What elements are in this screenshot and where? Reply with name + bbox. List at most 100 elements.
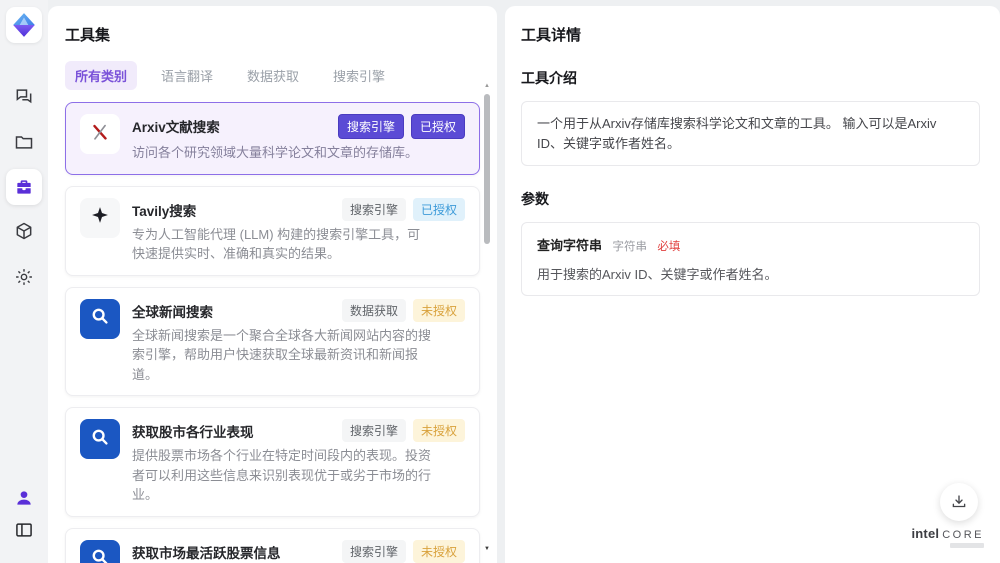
tool-card-header: Arxiv文献搜索 搜索引擎 已授权 <box>132 114 465 139</box>
tool-card[interactable]: Arxiv文献搜索 搜索引擎 已授权 访问各个研究领域大量科学论文和文章的存储库… <box>65 102 480 175</box>
intro-box: 一个用于从Arxiv存储库搜索科学论文和文章的工具。 输入可以是Arxiv ID… <box>521 101 980 166</box>
category-tab[interactable]: 语言翻译 <box>151 61 223 90</box>
logo-gem-icon <box>13 13 35 37</box>
tool-detail-panel: 工具详情 工具介绍 一个用于从Arxiv存储库搜索科学论文和文章的工具。 输入可… <box>505 6 1000 563</box>
tool-title: Tavily搜索 <box>132 203 197 219</box>
news-search-icon <box>89 546 111 563</box>
panel-toggle-icon <box>16 523 32 537</box>
tool-card-body: Arxiv文献搜索 搜索引擎 已授权 访问各个研究领域大量科学论文和文章的存储库… <box>132 114 465 163</box>
detail-title: 工具详情 <box>521 27 582 44</box>
tool-title: Arxiv文献搜索 <box>132 120 220 135</box>
news-search-icon <box>89 426 111 453</box>
tool-card-header: 获取股市各行业表现 搜索引擎 未授权 <box>132 419 465 442</box>
package-icon <box>16 222 32 240</box>
tool-card-body: 全球新闻搜索 数据获取 未授权 全球新闻搜索是一个聚合全球各大新闻网站内容的搜索… <box>132 298 465 385</box>
download-icon <box>952 495 966 508</box>
scroll-up-arrow-icon[interactable]: ▲ <box>483 82 491 90</box>
param-name: 查询字符串 <box>537 238 603 253</box>
intel-core-logo: intel CORE <box>911 526 984 548</box>
param-box: 查询字符串 字符串 必填 用于搜索的Arxiv ID、关键字或作者姓名。 <box>521 222 980 296</box>
tool-card-body: Tavily搜索 搜索引擎 已授权 专为人工智能代理 (LLM) 构建的搜索引擎… <box>132 197 465 264</box>
folder-icon <box>15 136 33 149</box>
user-avatar-icon <box>17 491 31 505</box>
auth-tag: 未授权 <box>412 298 465 322</box>
tool-card-header: 获取市场最活跃股票信息 搜索引擎 未授权 <box>132 539 465 563</box>
tab-label: 数据获取 <box>247 69 300 84</box>
scroll-down-arrow-icon[interactable]: ▼ <box>483 545 491 553</box>
param-required-badge: 必填 <box>657 241 681 253</box>
tool-card[interactable]: 获取市场最活跃股票信息 搜索引擎 未授权 提供当天交易量最高的股票列表，投资者可… <box>65 527 480 563</box>
tool-card[interactable]: 获取股市各行业表现 搜索引擎 未授权 提供股票市场各个行业在特定时间段内的表现。… <box>65 407 480 517</box>
tool-tags: 搜索引擎 已授权 <box>341 197 465 221</box>
sidebar-item-collapse[interactable] <box>6 512 42 548</box>
tool-icon-tile <box>80 419 120 459</box>
tool-card-header: 全球新闻搜索 数据获取 未授权 <box>132 298 465 322</box>
tab-label: 搜索引擎 <box>333 69 386 84</box>
brand-intel-text: intel <box>911 526 940 541</box>
tool-title: 获取股市各行业表现 <box>132 425 254 440</box>
tool-description: 全球新闻搜索是一个聚合全球各大新闻网站内容的搜索引擎，帮助用户快速获取全球最新资… <box>132 327 432 382</box>
tool-list: Arxiv文献搜索 搜索引擎 已授权 访问各个研究领域大量科学论文和文章的存储库… <box>65 102 480 563</box>
param-description: 用于搜索的Arxiv ID、关键字或作者姓名。 <box>537 267 778 282</box>
tool-tags: 搜索引擎 已授权 <box>337 114 465 139</box>
tool-tags: 搜索引擎 未授权 <box>341 539 465 563</box>
scrollbar-thumb[interactable] <box>484 94 490 244</box>
tool-icon-tile <box>80 539 120 563</box>
chat-icon <box>16 89 32 104</box>
tab-label: 所有类别 <box>75 69 128 84</box>
category-tab[interactable]: 搜索引擎 <box>323 61 395 90</box>
tool-card-body: 获取市场最活跃股票信息 搜索引擎 未授权 提供当天交易量最高的股票列表，投资者可… <box>132 539 465 563</box>
category-tag: 搜索引擎 <box>341 419 406 442</box>
intro-text: 一个用于从Arxiv存储库搜索科学论文和文章的工具。 输入可以是Arxiv ID… <box>537 116 937 151</box>
news-search-icon <box>89 305 111 332</box>
tool-tags: 搜索引擎 未授权 <box>341 419 465 442</box>
auth-tag: 已授权 <box>412 197 465 221</box>
param-type: 字符串 <box>612 241 647 253</box>
tool-title: 获取市场最活跃股票信息 <box>132 545 281 561</box>
category-tag: 搜索引擎 <box>341 197 406 221</box>
sidebar-item-chat[interactable] <box>6 78 42 114</box>
tool-icon-tile <box>80 114 120 154</box>
tool-description: 专为人工智能代理 (LLM) 构建的搜索引擎工具，可快速提供实时、准确和真实的结… <box>132 226 421 262</box>
category-tag: 搜索引擎 <box>341 539 406 563</box>
tool-description: 提供股票市场各个行业在特定时间段内的表现。投资者可以利用这些信息来识别表现优于或… <box>132 448 432 502</box>
category-tag: 数据获取 <box>341 298 406 322</box>
gear-icon <box>16 269 32 285</box>
tool-title: 全球新闻搜索 <box>132 304 213 320</box>
params-heading: 参数 <box>521 191 549 207</box>
tool-description: 访问各个研究领域大量科学论文和文章的存储库。 <box>132 145 419 160</box>
category-tab[interactable]: 所有类别 <box>65 61 138 90</box>
sidebar-item-toolbox[interactable] <box>6 169 42 205</box>
tool-card[interactable]: 全球新闻搜索 数据获取 未授权 全球新闻搜索是一个聚合全球各大新闻网站内容的搜索… <box>65 286 480 396</box>
tool-card-body: 获取股市各行业表现 搜索引擎 未授权 提供股票市场各个行业在特定时间段内的表现。… <box>132 419 465 505</box>
category-tag: 搜索引擎 <box>337 114 404 139</box>
auth-tag: 未授权 <box>412 419 465 442</box>
app-logo[interactable] <box>6 7 42 43</box>
sidebar-item-account[interactable] <box>6 480 42 516</box>
list-scrollbar[interactable]: ▲ ▼ <box>483 82 491 553</box>
tavily-star-icon <box>90 205 110 230</box>
tab-label: 语言翻译 <box>161 69 214 84</box>
auth-tag: 已授权 <box>410 114 465 139</box>
auth-tag: 未授权 <box>412 539 465 563</box>
arxiv-logo-icon <box>89 121 111 148</box>
sidebar-item-files[interactable] <box>6 124 42 160</box>
param-header: 查询字符串 字符串 必填 <box>537 235 964 255</box>
tool-card-header: Tavily搜索 搜索引擎 已授权 <box>132 197 465 221</box>
sidebar-item-packages[interactable] <box>6 213 42 249</box>
sidebar-item-settings[interactable] <box>6 259 42 295</box>
toolbox-icon <box>17 180 31 194</box>
left-sidebar <box>0 0 48 563</box>
brand-sub-mark <box>950 543 984 548</box>
category-tabs: 所有类别 语言翻译 数据获取 搜索引擎 <box>65 61 480 90</box>
category-tab[interactable]: 数据获取 <box>237 61 309 90</box>
tool-icon-tile <box>80 298 120 339</box>
brand-core-text: CORE <box>942 529 984 541</box>
tool-icon-tile <box>80 197 120 238</box>
page-title: 工具集 <box>65 27 111 44</box>
download-button[interactable] <box>940 483 978 521</box>
tool-tags: 数据获取 未授权 <box>341 298 465 322</box>
intro-heading: 工具介绍 <box>521 70 577 86</box>
tools-panel: 工具集 所有类别 语言翻译 数据获取 搜索引擎 Arxiv文献搜索 搜索引擎 已… <box>48 6 497 563</box>
tool-card[interactable]: Tavily搜索 搜索引擎 已授权 专为人工智能代理 (LLM) 构建的搜索引擎… <box>65 185 480 276</box>
